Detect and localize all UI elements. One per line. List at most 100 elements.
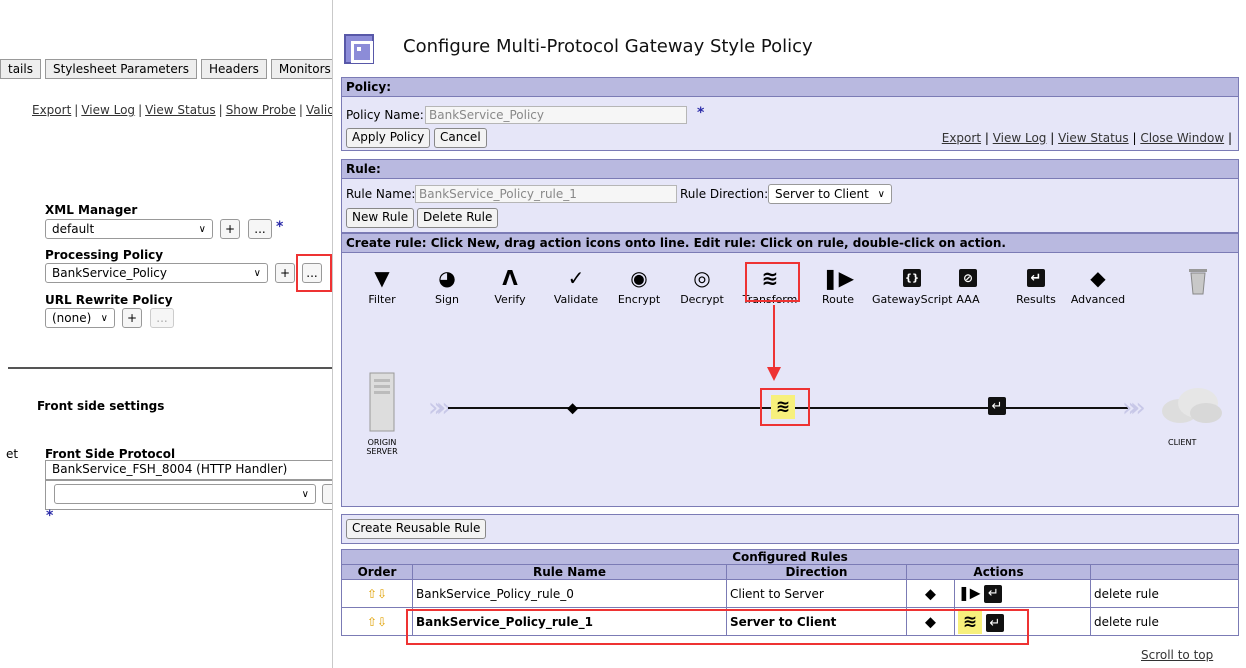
palette-label: Verify (494, 293, 526, 306)
table-row[interactable]: ⇧⇩ BankService_Policy_rule_0 Client to S… (341, 579, 1239, 608)
cancel-button[interactable]: Cancel (434, 128, 487, 148)
tab-stylesheet-parameters[interactable]: Stylesheet Parameters (44, 59, 197, 79)
delete-header (1090, 564, 1239, 580)
front-side-protocol-add-button[interactable] (322, 484, 332, 504)
url-rewrite-policy-label: URL Rewrite Policy (45, 293, 173, 307)
xml-manager-edit-button[interactable]: ... (248, 219, 272, 239)
highlight-box (760, 388, 810, 426)
bg-export-link[interactable]: Export (32, 103, 71, 117)
rule-name-cell[interactable]: BankService_Policy_rule_0 (412, 579, 727, 608)
datapower-logo-icon (344, 34, 374, 64)
actions-cell: ❚▶ ↵ (954, 579, 1091, 608)
rule-name-label: Rule Name: (346, 187, 416, 201)
delete-rule-link[interactable]: delete rule (1090, 579, 1239, 608)
match-action-icon[interactable]: ⬥ (906, 579, 955, 608)
url-rewrite-add-button[interactable]: + (122, 308, 142, 328)
bg-view-log-link[interactable]: View Log (81, 103, 135, 117)
unlock-icon: ◎ (693, 266, 711, 290)
bg-view-status-link[interactable]: View Status (145, 103, 216, 117)
view-log-link[interactable]: View Log (993, 131, 1047, 145)
dialog-title: Configure Multi-Protocol Gateway Style P… (403, 36, 813, 57)
xml-manager-select[interactable]: default ∨ (45, 219, 213, 239)
bg-show-probe-link[interactable]: Show Probe (226, 103, 296, 117)
palette-label: Decrypt (680, 293, 724, 306)
rule-name-input[interactable]: BankService_Policy_rule_1 (415, 185, 677, 203)
results-action-icon[interactable]: ↵ (988, 397, 1006, 415)
palette-validate[interactable]: ✓ Validate (544, 265, 608, 306)
policy-section: Policy: Policy Name: BankService_Policy … (341, 77, 1239, 151)
palette-advanced[interactable]: ◆ Advanced (1066, 265, 1130, 306)
match-action-icon[interactable]: ⬥ (567, 398, 578, 418)
required-star: * (697, 105, 705, 121)
move-up-icon[interactable]: ⇧ (367, 587, 377, 601)
rule-section: Rule: Rule Name: BankService_Policy_rule… (341, 159, 1239, 233)
palette-label: Results (1016, 293, 1056, 306)
chevron-down-icon: ∨ (253, 267, 261, 279)
chevron-down-icon: ∨ (100, 312, 108, 324)
policy-name-input[interactable]: BankService_Policy (425, 106, 687, 124)
palette-label: Filter (368, 293, 396, 306)
direction-header: Direction (726, 564, 907, 580)
create-reusable-rule-button[interactable]: Create Reusable Rule (346, 519, 487, 539)
palette-sign[interactable]: ◕ Sign (415, 265, 479, 306)
processing-policy-add-button[interactable]: + (275, 263, 295, 283)
order-cell: ⇧⇩ (341, 607, 413, 636)
tab-headers[interactable]: Headers (200, 59, 267, 79)
palette-label: Encrypt (617, 293, 661, 306)
route-icon[interactable]: ❚▶ (958, 585, 981, 601)
highlight-box (296, 254, 332, 292)
policy-dialog: Configure Multi-Protocol Gateway Style P… (332, 0, 1246, 668)
rule-direction-value: Server to Client (775, 187, 869, 201)
palette-label: Route (822, 293, 854, 306)
filter-icon: ▼ (374, 266, 390, 290)
route-icon: ❚▶ (821, 266, 855, 290)
delete-rule-button[interactable]: Delete Rule (417, 208, 499, 228)
background-page: tails Stylesheet Parameters Headers Moni… (0, 0, 332, 668)
tab-details[interactable]: tails (0, 59, 41, 79)
chevron-down-icon: ∨ (877, 188, 885, 200)
palette-decrypt[interactable]: ◎ Decrypt (670, 265, 734, 306)
xml-manager-add-button[interactable]: + (220, 219, 240, 239)
client-label: CLIENT (1168, 438, 1197, 447)
url-rewrite-policy-select[interactable]: (none) ∨ (45, 308, 115, 328)
palette-route[interactable]: ❚▶ Route (806, 265, 870, 306)
trash-icon[interactable] (1188, 267, 1208, 295)
origin-label-line-1: ORIGIN (367, 438, 397, 447)
xml-manager-label: XML Manager (45, 203, 138, 217)
highlight-box (745, 262, 800, 302)
url-rewrite-edit-button[interactable]: ... (150, 308, 174, 328)
front-side-protocol-select[interactable]: ∨ (54, 484, 316, 504)
chevron-down-icon: ∨ (301, 488, 309, 500)
front-side-protocol-list[interactable]: BankService_FSH_8004 (HTTP Handler) (45, 460, 332, 480)
view-status-link[interactable]: View Status (1058, 131, 1129, 145)
rule-section-header: Rule: (342, 160, 1238, 179)
palette-verify[interactable]: Λ Verify (478, 265, 542, 306)
palette-label: AAA (956, 293, 980, 306)
required-star: * (46, 508, 54, 524)
palette-filter[interactable]: ▼ Filter (350, 265, 414, 306)
results-icon[interactable]: ↵ (984, 584, 1003, 603)
origin-server-icon (362, 371, 402, 441)
verify-icon: Λ (502, 266, 518, 290)
palette-label: Sign (435, 293, 459, 306)
tab-monitors[interactable]: Monitors (270, 59, 332, 79)
bg-validate-link[interactable]: Valid (306, 103, 332, 117)
palette-encrypt[interactable]: ◉ Encrypt (607, 265, 671, 306)
processing-policy-select[interactable]: BankService_Policy ∨ (45, 263, 268, 283)
new-rule-button[interactable]: New Rule (346, 208, 415, 228)
export-link[interactable]: Export (942, 131, 981, 145)
palette-aaa[interactable]: ⊘ AAA (936, 265, 1000, 306)
truncated-label: et (6, 447, 19, 461)
apply-policy-button[interactable]: Apply Policy (346, 128, 431, 148)
move-up-icon[interactable]: ⇧ (367, 615, 377, 629)
policy-name-label: Policy Name: (346, 108, 424, 122)
palette-results[interactable]: ↵ Results (1004, 265, 1068, 306)
delete-rule-link[interactable]: delete rule (1090, 607, 1239, 636)
direction-cell: Client to Server (726, 579, 907, 608)
move-down-icon[interactable]: ⇩ (377, 615, 387, 629)
rule-direction-select[interactable]: Server to Client ∨ (768, 184, 892, 204)
close-window-link[interactable]: Close Window (1140, 131, 1224, 145)
scroll-to-top-link[interactable]: Scroll to top (1141, 648, 1213, 662)
move-down-icon[interactable]: ⇩ (377, 587, 387, 601)
rule-name-header: Rule Name (412, 564, 727, 580)
